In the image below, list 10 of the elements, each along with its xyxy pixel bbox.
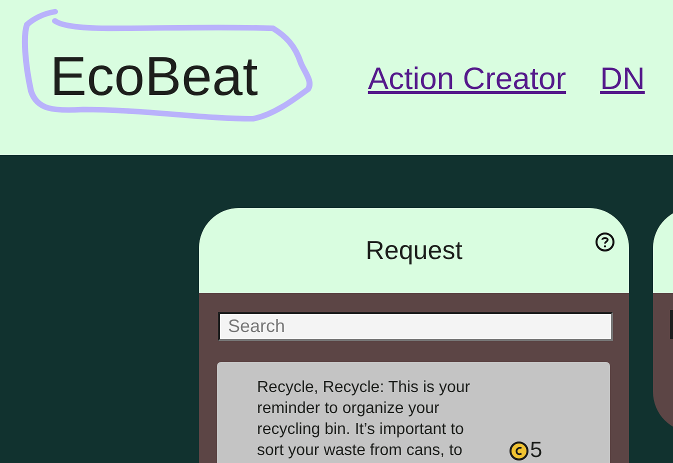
request-description: Recycle, Recycle: This is your reminder to organize your recycling bin. It’s important to sort your waste from cans, to <box>257 378 472 461</box>
search-field[interactable]: Search <box>218 312 613 341</box>
request-card[interactable]: Recycle, Recycle: This is your reminder to organize your recycling bin. It’s important to sort your waste from cans, to 5 <box>217 362 610 463</box>
points-value: 5 <box>530 439 542 461</box>
nav-link[interactable]: DN <box>600 60 645 96</box>
logo-text: EcoBeat <box>50 44 258 108</box>
panel-title: Request <box>366 235 462 266</box>
help-icon[interactable] <box>595 232 615 252</box>
nav-link[interactable]: Action Creator <box>368 60 566 96</box>
coin-icon <box>509 441 529 461</box>
